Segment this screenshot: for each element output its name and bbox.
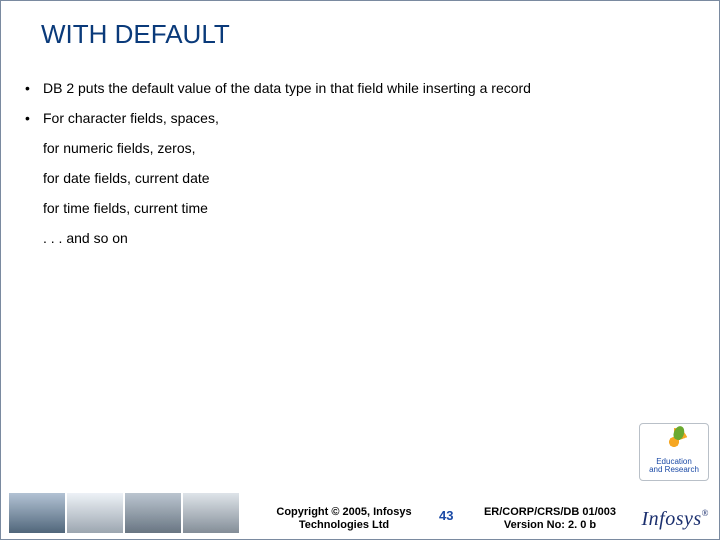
badge-spiral-icon bbox=[660, 428, 688, 456]
footer-strip: Copyright © 2005, Infosys Technologies L… bbox=[1, 483, 719, 539]
copyright-line: Technologies Ltd bbox=[259, 519, 429, 533]
copyright-line: Copyright © 2005, Infosys bbox=[259, 506, 429, 520]
decorative-photo bbox=[9, 493, 65, 533]
badge-leaf-icon bbox=[672, 425, 686, 442]
body-line: for time fields, current time bbox=[43, 200, 695, 216]
docref-line: ER/CORP/CRS/DB 01/003 bbox=[475, 506, 625, 520]
slide-body: • DB 2 puts the default value of the dat… bbox=[1, 50, 719, 246]
badge-text-line2: and Research bbox=[640, 466, 708, 474]
body-line: . . . and so on bbox=[43, 230, 695, 246]
decorative-photo-band bbox=[9, 493, 239, 533]
bullet-marker: • bbox=[25, 80, 43, 96]
page-number: 43 bbox=[439, 508, 453, 523]
bullet-item: • DB 2 puts the default value of the dat… bbox=[25, 80, 695, 96]
decorative-photo bbox=[125, 493, 181, 533]
body-line: for date fields, current date bbox=[43, 170, 695, 186]
bullet-item: • For character fields, spaces, bbox=[25, 110, 695, 126]
education-research-badge: Education and Research bbox=[639, 423, 709, 481]
bullet-text: For character fields, spaces, bbox=[43, 110, 695, 126]
bullet-text: DB 2 puts the default value of the data … bbox=[43, 80, 695, 96]
logo-text: Infosys bbox=[641, 508, 701, 530]
decorative-photo bbox=[67, 493, 123, 533]
decorative-photo bbox=[183, 493, 239, 533]
document-reference: ER/CORP/CRS/DB 01/003 Version No: 2. 0 b bbox=[475, 506, 625, 534]
infosys-logo: Infosys® bbox=[641, 508, 709, 531]
body-line: for numeric fields, zeros, bbox=[43, 140, 695, 156]
bullet-marker: • bbox=[25, 110, 43, 126]
docref-line: Version No: 2. 0 b bbox=[475, 519, 625, 533]
slide-title: WITH DEFAULT bbox=[1, 1, 719, 50]
copyright-text: Copyright © 2005, Infosys Technologies L… bbox=[259, 506, 429, 534]
registered-mark-icon: ® bbox=[702, 508, 709, 518]
